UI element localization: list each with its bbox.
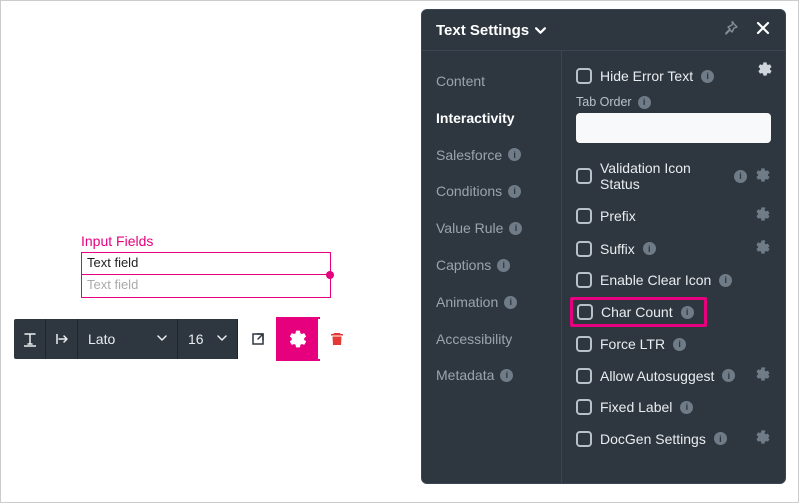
sidebar-item-label: Salesforce <box>436 147 502 164</box>
font-size-select[interactable]: 16 <box>178 319 238 359</box>
sidebar-item-label: Interactivity <box>436 110 515 127</box>
tab-order-label: Tab Order i <box>576 95 771 109</box>
info-icon[interactable]: i <box>673 338 686 351</box>
option-label: Suffix <box>600 241 635 257</box>
sidebar-item-salesforce[interactable]: Salesforce i <box>422 137 561 174</box>
chevron-down-icon <box>535 25 546 36</box>
chevron-down-icon <box>217 332 227 346</box>
text-settings-panel: Text Settings Content Interactivity Salesf… <box>421 9 786 484</box>
option-label: Prefix <box>600 208 636 224</box>
settings-button[interactable] <box>278 319 318 359</box>
chevron-down-icon <box>157 332 167 346</box>
panel-header: Text Settings <box>422 10 785 51</box>
info-icon[interactable]: i <box>508 185 521 198</box>
option-label: Allow Autosuggest <box>600 368 714 384</box>
sidebar-item-label: Value Rule <box>436 220 503 237</box>
info-icon[interactable]: i <box>509 222 522 235</box>
info-icon[interactable]: i <box>643 242 656 255</box>
open-external-button[interactable] <box>238 319 278 359</box>
gear-icon[interactable] <box>755 429 771 448</box>
option-allow-autosuggest[interactable]: Allow Autosuggest i <box>576 359 771 392</box>
option-label: Char Count <box>601 304 673 320</box>
option-suffix[interactable]: Suffix i <box>576 232 771 265</box>
info-icon[interactable]: i <box>497 259 510 272</box>
selection-handle-right[interactable] <box>326 271 334 279</box>
info-icon[interactable]: i <box>734 170 747 183</box>
font-family-select[interactable]: Lato <box>78 319 178 359</box>
info-icon[interactable]: i <box>638 96 651 109</box>
option-label: Hide Error Text <box>600 68 693 84</box>
checkbox[interactable] <box>576 399 592 415</box>
option-label: Force LTR <box>600 336 665 352</box>
sidebar-item-label: Conditions <box>436 183 502 200</box>
sidebar-item-label: Metadata <box>436 367 494 384</box>
sidebar-item-label: Accessibility <box>436 331 512 348</box>
close-icon[interactable] <box>755 20 771 40</box>
sidebar-item-captions[interactable]: Captions i <box>422 247 561 284</box>
info-icon[interactable]: i <box>701 70 714 83</box>
option-docgen-settings[interactable]: DocGen Settings i <box>576 422 771 455</box>
checkbox[interactable] <box>576 368 592 384</box>
gear-icon[interactable] <box>755 239 771 258</box>
panel-title-dropdown[interactable]: Text Settings <box>436 22 546 39</box>
sidebar-item-conditions[interactable]: Conditions i <box>422 173 561 210</box>
checkbox[interactable] <box>577 304 593 320</box>
delete-button[interactable] <box>318 319 356 359</box>
sidebar-item-value-rule[interactable]: Value Rule i <box>422 210 561 247</box>
checkbox[interactable] <box>576 168 592 184</box>
option-char-count-highlight: Char Count i <box>570 297 707 327</box>
checkbox[interactable] <box>576 272 592 288</box>
option-validation-icon-status[interactable]: Validation Icon Status i <box>576 153 771 199</box>
option-force-ltr[interactable]: Force LTR i <box>576 329 771 359</box>
info-icon[interactable]: i <box>722 369 735 382</box>
input-group-selection[interactable]: Text field Text field <box>81 252 331 298</box>
font-family-value: Lato <box>88 331 115 347</box>
sidebar-item-animation[interactable]: Animation i <box>422 284 561 321</box>
option-label: Enable Clear Icon <box>600 272 711 288</box>
checkbox[interactable] <box>576 208 592 224</box>
section-settings-icon[interactable] <box>757 61 773 82</box>
info-icon[interactable]: i <box>504 296 517 309</box>
checkbox[interactable] <box>576 241 592 257</box>
checkbox[interactable] <box>576 68 592 84</box>
option-label: Validation Icon Status <box>600 160 726 192</box>
tab-order-input[interactable] <box>576 113 771 143</box>
gear-icon[interactable] <box>755 167 771 186</box>
info-icon[interactable]: i <box>681 306 694 319</box>
panel-title: Text Settings <box>436 22 529 39</box>
info-icon[interactable]: i <box>500 369 513 382</box>
input-fields-group-label: Input Fields <box>81 233 153 249</box>
option-label: DocGen Settings <box>600 431 706 447</box>
panel-content: Hide Error Text i Tab Order i Validation… <box>562 51 785 483</box>
info-icon[interactable]: i <box>680 401 693 414</box>
sidebar-item-label: Captions <box>436 257 491 274</box>
sidebar-item-accessibility[interactable]: Accessibility <box>422 321 561 358</box>
sidebar-item-label: Content <box>436 73 485 90</box>
info-icon[interactable]: i <box>714 432 727 445</box>
option-label: Fixed Label <box>600 399 672 415</box>
option-fixed-label[interactable]: Fixed Label i <box>576 392 771 422</box>
sidebar-item-metadata[interactable]: Metadata i <box>422 357 561 394</box>
text-field-1[interactable]: Text field <box>82 253 330 275</box>
pin-icon[interactable] <box>723 20 739 40</box>
gear-icon[interactable] <box>755 206 771 225</box>
sidebar-item-interactivity[interactable]: Interactivity <box>422 100 561 137</box>
info-icon[interactable]: i <box>719 274 732 287</box>
checkbox[interactable] <box>576 336 592 352</box>
text-field-2[interactable]: Text field <box>82 275 330 297</box>
font-size-value: 16 <box>188 331 204 347</box>
sidebar-item-label: Animation <box>436 294 498 311</box>
gear-icon[interactable] <box>755 366 771 385</box>
info-icon[interactable]: i <box>508 148 521 161</box>
text-tool-button[interactable] <box>14 319 46 359</box>
checkbox[interactable] <box>576 431 592 447</box>
align-tool-button[interactable] <box>46 319 78 359</box>
option-enable-clear-icon[interactable]: Enable Clear Icon i <box>576 265 771 295</box>
option-char-count[interactable]: Char Count i <box>577 302 700 322</box>
option-prefix[interactable]: Prefix <box>576 199 771 232</box>
option-hide-error-text[interactable]: Hide Error Text i <box>576 61 771 91</box>
panel-sidebar: ContentInteractivitySalesforceiCondition… <box>422 51 562 483</box>
sidebar-item-content[interactable]: Content <box>422 63 561 100</box>
text-toolbar: Lato 16 <box>14 319 356 359</box>
